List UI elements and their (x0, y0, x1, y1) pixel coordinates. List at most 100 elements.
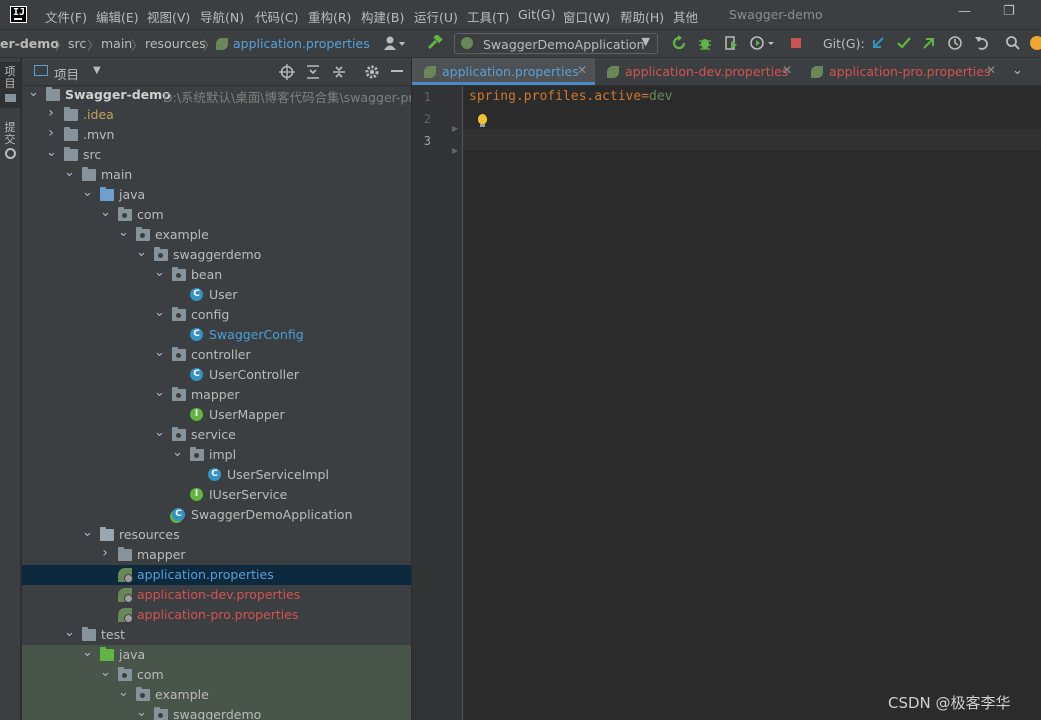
coverage-icon[interactable] (723, 35, 739, 55)
expand-arrow-icon[interactable]: ⌄ (28, 85, 39, 100)
collapse-arrow-icon[interactable]: › (46, 105, 56, 121)
menu-git[interactable]: Git(G) (518, 7, 556, 22)
breadcrumb-resources[interactable]: resources (145, 36, 206, 51)
expand-arrow-icon[interactable]: ⌄ (154, 265, 165, 280)
tree-item[interactable]: application-dev.properties (22, 585, 411, 605)
expand-arrow-icon[interactable]: ⌄ (64, 625, 75, 640)
menu-file[interactable]: 文件(F) (45, 7, 87, 26)
fold-marker-icon[interactable]: ▶ (452, 146, 458, 155)
tab-application-properties[interactable]: application.properties ✕ (412, 58, 595, 85)
menu-navigate[interactable]: 导航(N) (200, 7, 244, 26)
menu-tools[interactable]: 工具(T) (467, 7, 509, 26)
build-hammer-icon[interactable] (427, 33, 443, 55)
history-clock-icon[interactable] (947, 35, 963, 55)
intellij-logo-icon[interactable]: IJ (10, 6, 27, 23)
git-commit-icon[interactable] (897, 35, 911, 55)
collapse-arrow-icon[interactable]: › (100, 545, 110, 561)
minimize-button[interactable]: — (958, 4, 971, 19)
tree-item[interactable]: ⌄ impl (22, 445, 411, 465)
tree-item[interactable]: ⌄ example (22, 225, 411, 245)
rerun-icon[interactable] (671, 35, 687, 55)
breadcrumb-file[interactable]: application.properties (233, 36, 370, 51)
menu-code[interactable]: 代码(C) (255, 7, 298, 26)
close-icon[interactable]: ✕ (782, 63, 792, 77)
profile-icon[interactable] (749, 35, 777, 55)
collapse-arrow-icon[interactable]: › (46, 125, 56, 141)
expand-arrow-icon[interactable]: ⌄ (82, 525, 93, 540)
code-editor[interactable]: spring.profiles.active=dev (463, 86, 1041, 720)
tree-item[interactable]: ⌄ config (22, 305, 411, 325)
update-notification-icon[interactable] (1030, 36, 1041, 50)
expand-arrow-icon[interactable]: ⌄ (118, 225, 129, 240)
tab-application-dev-properties[interactable]: application-dev.properties ✕ (595, 58, 799, 85)
tree-item[interactable]: ⌄ mapper (22, 385, 411, 405)
expand-arrow-icon[interactable]: ⌄ (46, 145, 57, 160)
project-panel-title[interactable]: 项目 (54, 64, 79, 83)
rollback-icon[interactable] (974, 35, 990, 55)
tree-item[interactable]: C SwaggerDemoApplication (22, 505, 411, 525)
menu-view[interactable]: 视图(V) (147, 7, 190, 26)
restore-button[interactable]: ❐ (1003, 4, 1015, 19)
tree-item[interactable]: ⌄ com (22, 205, 411, 225)
expand-arrow-icon[interactable]: ⌄ (82, 645, 93, 660)
minimize-panel-icon[interactable] (391, 70, 403, 72)
breadcrumb-main[interactable]: main (101, 36, 132, 51)
tree-item[interactable]: ⌄ java (22, 645, 411, 665)
menu-window[interactable]: 窗口(W) (563, 7, 610, 26)
menu-refactor[interactable]: 重构(R) (308, 7, 351, 26)
tree-item[interactable]: › .mvn (22, 125, 411, 145)
collapse-all-icon[interactable] (331, 64, 347, 83)
stop-icon[interactable] (791, 35, 803, 55)
expand-arrow-icon[interactable]: ⌄ (172, 445, 183, 460)
tree-item[interactable]: › .idea (22, 105, 411, 125)
expand-arrow-icon[interactable]: ⌄ (136, 245, 147, 260)
expand-arrow-icon[interactable]: ⌄ (82, 185, 93, 200)
tab-overflow-chevron-icon[interactable]: ⌄ (1012, 63, 1023, 78)
locate-icon[interactable] (279, 64, 295, 83)
tree-item[interactable]: ⌄ example (22, 685, 411, 705)
tree-item[interactable]: ⌄ swaggerdemo (22, 245, 411, 265)
tab-application-pro-properties[interactable]: application-pro.properties ✕ (799, 58, 1003, 85)
expand-all-icon[interactable] (305, 64, 321, 83)
close-icon[interactable]: ✕ (577, 63, 587, 77)
expand-arrow-icon[interactable]: ⌄ (64, 165, 75, 180)
run-config-dropdown[interactable]: SwaggerDemoApplication ▼ (454, 33, 658, 54)
menu-other[interactable]: 其他 (673, 7, 698, 26)
expand-arrow-icon[interactable]: ⌄ (100, 665, 111, 680)
tree-item[interactable]: C UserController (22, 365, 411, 385)
tree-item[interactable]: › mapper (22, 545, 411, 565)
tree-item[interactable]: ⌄ main (22, 165, 411, 185)
chevron-down-icon[interactable]: ▼ (93, 65, 101, 76)
menu-build[interactable]: 构建(B) (361, 7, 404, 26)
tree-item[interactable]: application-pro.properties (22, 605, 411, 625)
menu-help[interactable]: 帮助(H) (620, 7, 664, 26)
tree-item[interactable]: C UserServiceImpl (22, 465, 411, 485)
tree-item[interactable]: ⌄ java (22, 185, 411, 205)
menu-run[interactable]: 运行(U) (414, 7, 458, 26)
expand-arrow-icon[interactable]: ⌄ (100, 205, 111, 220)
tree-item[interactable]: ⌄ service (22, 425, 411, 445)
fold-marker-icon[interactable]: ▶ (452, 124, 458, 133)
commit-tool-button[interactable]: 提交 (0, 118, 20, 164)
breadcrumb-project[interactable]: er-demo (0, 36, 59, 51)
tree-item[interactable]: C SwaggerConfig (22, 325, 411, 345)
tree-item[interactable]: ⌄ bean (22, 265, 411, 285)
tree-item[interactable]: ⌄ src (22, 145, 411, 165)
menu-edit[interactable]: 编辑(E) (96, 7, 139, 26)
tree-item[interactable]: ⌄ controller (22, 345, 411, 365)
tree-item[interactable]: ⌄ com (22, 665, 411, 685)
tree-item[interactable]: ⌄ swaggerdemo (22, 705, 411, 720)
tree-item[interactable]: ⌄ resources (22, 525, 411, 545)
expand-arrow-icon[interactable]: ⌄ (154, 305, 165, 320)
tree-item[interactable]: I IUserService (22, 485, 411, 505)
close-icon[interactable]: ✕ (986, 63, 996, 77)
user-icon[interactable] (384, 35, 406, 55)
gear-icon[interactable] (364, 64, 380, 83)
tree-item[interactable]: application.properties (22, 565, 411, 585)
git-update-icon[interactable] (871, 35, 885, 55)
expand-arrow-icon[interactable]: ⌄ (154, 345, 165, 360)
lightbulb-icon[interactable] (478, 114, 487, 127)
expand-arrow-icon[interactable]: ⌄ (118, 685, 129, 700)
breadcrumb-src[interactable]: src (68, 36, 86, 51)
tree-item[interactable]: ⌄ Swagger-demo D:\系统默认\桌面\博客代码合集\swagger-p… (22, 85, 411, 105)
